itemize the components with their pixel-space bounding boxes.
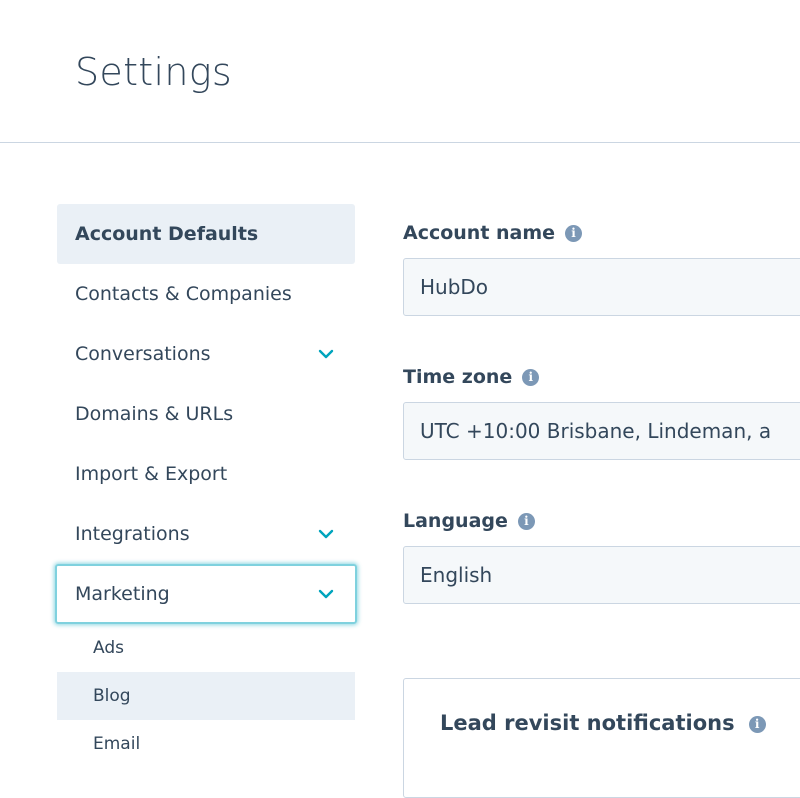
chevron-down-icon[interactable] xyxy=(317,585,335,603)
sidebar-item-label: Import & Export xyxy=(75,463,228,485)
info-icon[interactable]: i xyxy=(748,716,766,733)
sidebar-item-account-defaults[interactable]: Account Defaults xyxy=(57,204,355,264)
chevron-down-icon[interactable] xyxy=(317,345,335,363)
language-select[interactable]: English xyxy=(403,546,800,604)
sidebar-subitem-label: Ads xyxy=(93,638,124,658)
sidebar-subitem-label: Blog xyxy=(93,686,131,706)
sidebar-item-label: Domains & URLs xyxy=(75,403,234,425)
sidebar-item-label: Contacts & Companies xyxy=(75,283,292,305)
card-title: Lead revisit notifications i xyxy=(440,711,766,735)
page-title: Settings xyxy=(75,50,232,94)
chevron-down-icon[interactable] xyxy=(317,525,335,543)
language-label: Language i xyxy=(403,510,535,532)
sidebar-subitem-blog[interactable]: Blog xyxy=(57,672,355,720)
sidebar-item-label: Conversations xyxy=(75,343,211,365)
account-name-input[interactable]: HubDo xyxy=(403,258,800,316)
time-zone-label-text: Time zone xyxy=(403,366,513,388)
lead-revisit-card: Lead revisit notifications i xyxy=(403,678,800,798)
time-zone-select[interactable]: UTC +10:00 Brisbane, Lindeman, a xyxy=(403,402,800,460)
sidebar-item-integrations[interactable]: Integrations xyxy=(57,504,355,564)
sidebar-item-label: Integrations xyxy=(75,523,190,545)
account-name-label-text: Account name xyxy=(403,222,556,244)
sidebar-item-conversations[interactable]: Conversations xyxy=(57,324,355,384)
language-label-text: Language xyxy=(403,510,508,532)
sidebar-subitem-label: Email xyxy=(93,734,141,754)
settings-sidebar: Account Defaults Contacts & Companies Co… xyxy=(55,204,357,768)
info-icon[interactable]: i xyxy=(565,225,583,242)
settings-header: Settings xyxy=(0,0,800,143)
sidebar-subitem-ads[interactable]: Ads xyxy=(57,624,355,672)
info-icon[interactable]: i xyxy=(522,369,540,386)
sidebar-item-marketing[interactable]: Marketing xyxy=(55,564,357,624)
sidebar-item-label: Account Defaults xyxy=(75,223,259,245)
sidebar-item-domains-urls[interactable]: Domains & URLs xyxy=(57,384,355,444)
account-name-label: Account name i xyxy=(403,222,583,244)
card-title-text: Lead revisit notifications xyxy=(440,711,735,735)
sidebar-subitem-email[interactable]: Email xyxy=(57,720,355,768)
sidebar-item-import-export[interactable]: Import & Export xyxy=(57,444,355,504)
info-icon[interactable]: i xyxy=(517,513,535,530)
sidebar-item-label: Marketing xyxy=(75,583,170,605)
sidebar-item-contacts-companies[interactable]: Contacts & Companies xyxy=(57,264,355,324)
time-zone-label: Time zone i xyxy=(403,366,540,388)
